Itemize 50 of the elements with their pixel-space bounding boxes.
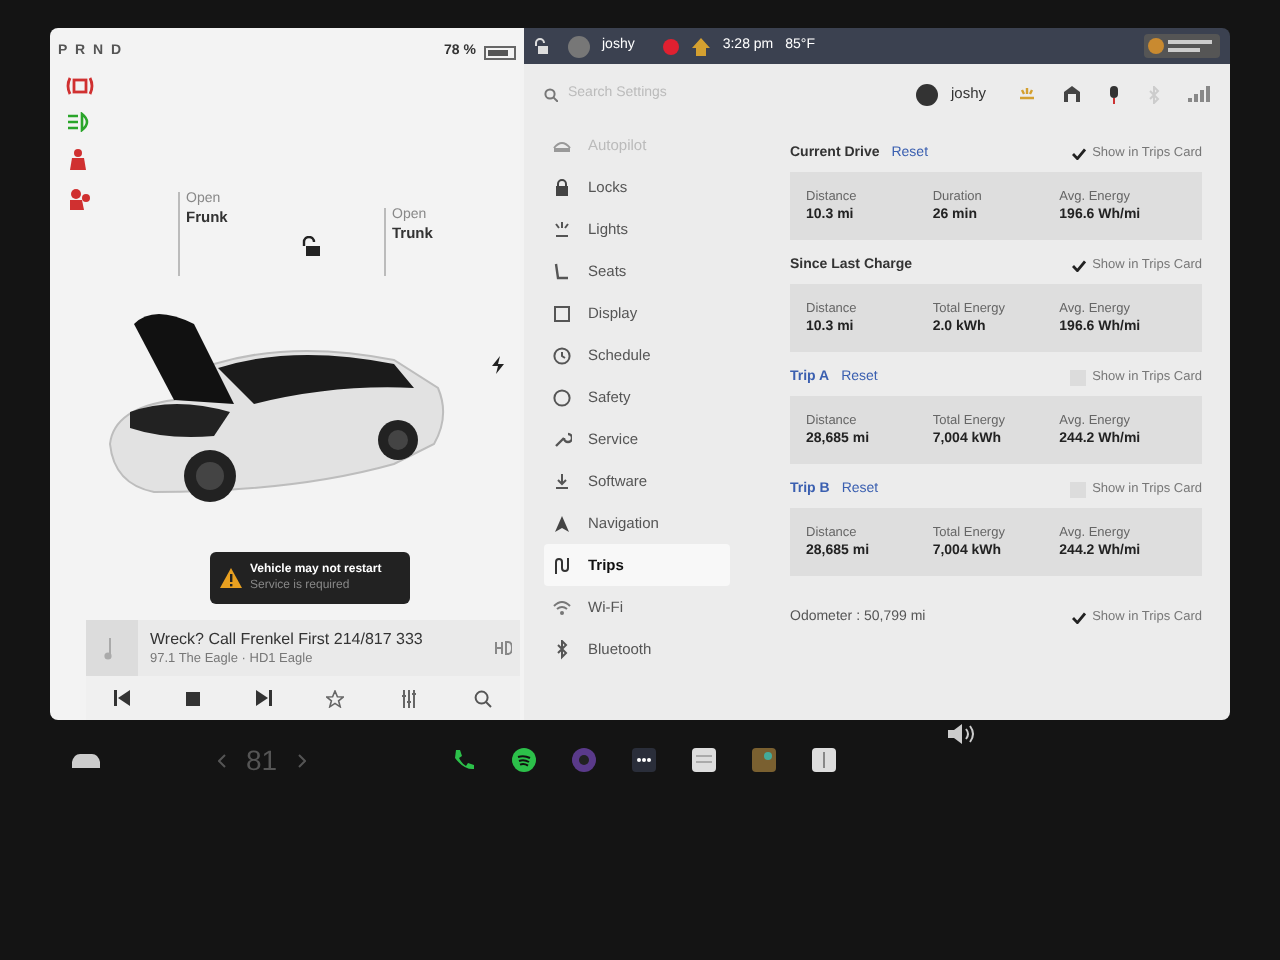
song-title: Wreck? Call Frenkel First 214/817 333 xyxy=(150,629,425,649)
checkmark-icon xyxy=(1071,148,1086,160)
car-icon[interactable] xyxy=(70,751,102,769)
chevron-left-icon[interactable] xyxy=(218,753,226,767)
navigation-icon xyxy=(552,513,572,533)
seatbelt-icon xyxy=(66,148,90,172)
checkmark-icon xyxy=(1071,612,1086,625)
cabin-temperature: 81 xyxy=(246,741,278,779)
previous-icon[interactable] xyxy=(113,690,130,706)
music-app-icon[interactable] xyxy=(511,748,536,772)
search-icon[interactable] xyxy=(474,689,493,707)
badge-icon xyxy=(1144,34,1220,58)
more-icon[interactable] xyxy=(631,748,656,772)
stop-icon[interactable] xyxy=(185,691,200,705)
clock-icon xyxy=(552,345,572,365)
album-art-icon xyxy=(86,620,138,676)
parking-brake-icon xyxy=(66,76,94,96)
light-icon xyxy=(552,219,572,239)
manual-icon[interactable] xyxy=(811,748,836,772)
unlocked-icon[interactable] xyxy=(534,38,548,54)
charge-port-icon xyxy=(492,356,504,374)
airbag-icon xyxy=(66,188,90,212)
hd-radio-icon[interactable] xyxy=(494,640,512,656)
display-icon xyxy=(552,303,572,323)
unlocked-icon[interactable] xyxy=(302,236,320,256)
seat-icon xyxy=(552,261,572,281)
download-icon xyxy=(552,471,572,491)
phone-icon[interactable] xyxy=(451,748,476,772)
battery-icon xyxy=(484,45,516,59)
signal-icon xyxy=(1188,86,1210,102)
chevron-right-icon[interactable] xyxy=(297,753,306,767)
avatar-icon[interactable] xyxy=(916,83,939,105)
game-icon[interactable] xyxy=(751,748,776,772)
microphone-icon[interactable] xyxy=(1108,85,1120,103)
calendar-icon[interactable] xyxy=(691,748,716,772)
lock-icon xyxy=(552,177,572,197)
checkmark-icon xyxy=(1071,260,1086,272)
wrench-icon xyxy=(552,429,572,449)
headlight-icon xyxy=(66,112,94,132)
wifi-icon xyxy=(552,597,572,617)
equalizer-icon[interactable] xyxy=(400,689,419,707)
star-icon[interactable] xyxy=(326,689,345,707)
circle-icon xyxy=(552,387,572,407)
search-icon xyxy=(544,87,558,101)
route-icon xyxy=(552,555,572,575)
next-icon[interactable] xyxy=(255,690,272,706)
bluetooth-icon xyxy=(552,639,572,659)
warning-icon xyxy=(220,568,242,588)
volume-icon[interactable] xyxy=(947,724,976,744)
garage-icon[interactable] xyxy=(1064,86,1080,102)
